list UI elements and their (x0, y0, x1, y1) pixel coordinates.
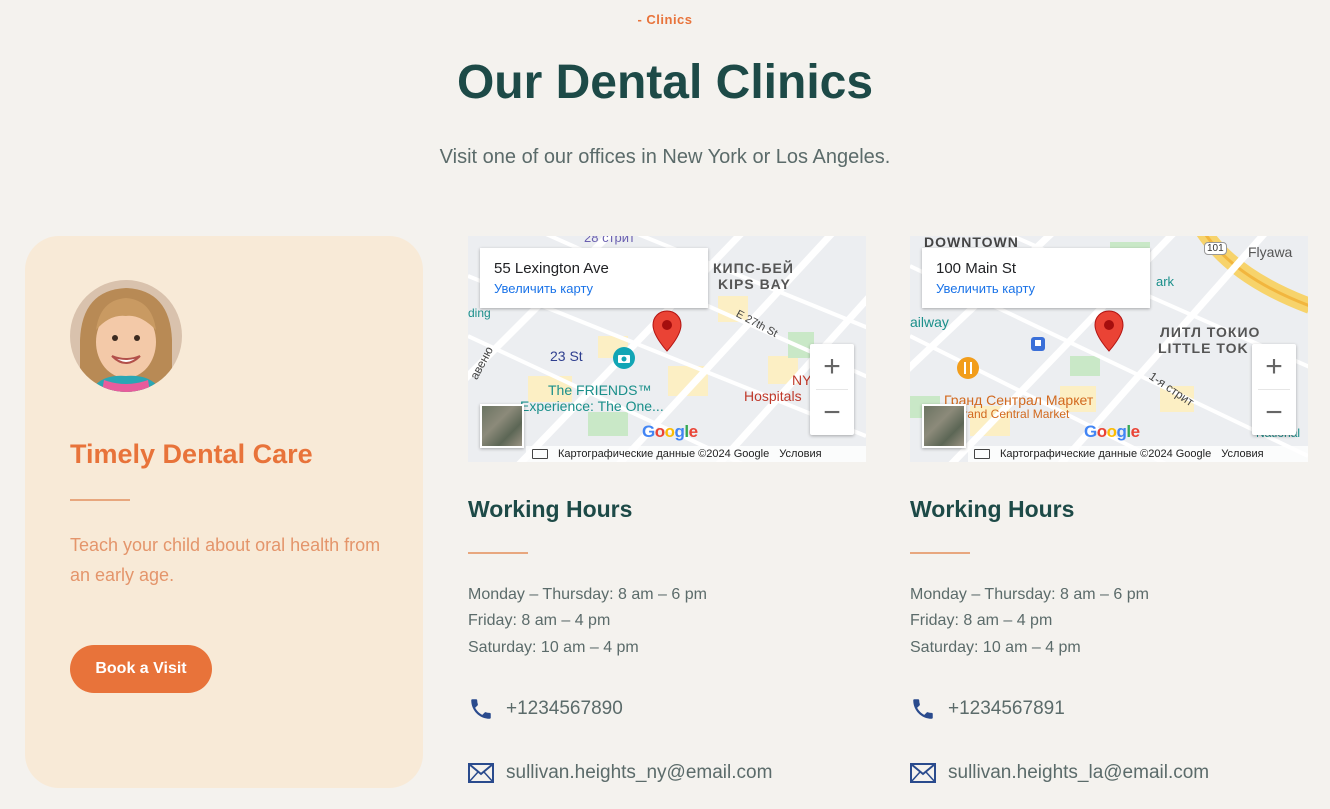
map-label: 23 St (550, 348, 583, 364)
phone-number[interactable]: +1234567890 (506, 698, 623, 720)
satellite-toggle[interactable] (922, 404, 966, 448)
highway-shield-label: 101 (1204, 242, 1227, 255)
map-label: ЛИТЛ ТОКИО (1160, 324, 1261, 340)
mail-icon (910, 760, 936, 786)
working-hours-title: Working Hours (910, 496, 1075, 522)
map-terms-link[interactable]: Условия (779, 448, 821, 460)
email-contact[interactable]: sullivan.heights_la@email.com (910, 760, 1209, 786)
enlarge-map-link[interactable]: Увеличить карту (936, 281, 1136, 296)
satellite-toggle[interactable] (480, 404, 524, 448)
map-label: 28 стрит (584, 236, 635, 245)
map-label: LITTLE TOK (1158, 340, 1249, 356)
phone-contact[interactable]: +1234567890 (468, 696, 623, 722)
page-subtitle: Visit one of our offices in New York or … (439, 146, 891, 168)
map-ny[interactable]: 28 стрит КИПС-БЕЙ KIPS BAY E 27th St 23 … (468, 236, 866, 462)
hours-line: Saturday: 10 am – 4 pm (910, 639, 1081, 656)
card-text: Teach your child about oral health from … (70, 535, 381, 585)
keyboard-icon[interactable] (974, 449, 990, 459)
email-contact[interactable]: sullivan.heights_ny@email.com (468, 760, 772, 786)
zoom-out-button[interactable]: − (1252, 390, 1296, 435)
hours-line: Monday – Thursday: 8 am – 6 pm (910, 586, 1149, 603)
map-info-window: 55 Lexington Ave Увеличить карту (480, 248, 708, 308)
email-address[interactable]: sullivan.heights_la@email.com (948, 762, 1209, 784)
map-label: КИПС-БЕЙ (713, 260, 794, 276)
mail-icon (468, 760, 494, 786)
map-label: KIPS BAY (718, 276, 791, 292)
map-address: 55 Lexington Ave (494, 260, 609, 277)
zoom-controls: + − (1252, 344, 1296, 435)
clinic-la: DOWNTOWN Flyawa ЛИТЛ ТОКИО LITTLE TOK ai… (910, 236, 1308, 783)
phone-number[interactable]: +1234567891 (948, 698, 1065, 720)
book-visit-button[interactable]: Book a Visit (70, 645, 212, 693)
card-title: Timely Dental Care (70, 439, 313, 469)
enlarge-map-link[interactable]: Увеличить карту (494, 281, 694, 296)
transit-icon (1031, 337, 1045, 351)
map-info-window: 100 Main St Увеличить карту (922, 248, 1150, 308)
hours-line: Friday: 8 am – 4 pm (468, 612, 611, 629)
map-label: The FRIENDS™ (548, 382, 652, 398)
location-pin-icon[interactable] (1094, 310, 1124, 352)
map-terms-link[interactable]: Условия (1221, 448, 1263, 460)
phone-contact[interactable]: +1234567891 (910, 696, 1065, 722)
hours-line: Saturday: 10 am – 4 pm (468, 639, 639, 656)
map-attribution: Картографические данные ©2024 Google (1000, 448, 1212, 460)
restaurant-icon (957, 357, 979, 379)
map-label: Grand Central Market (954, 407, 1070, 421)
map-address: 100 Main St (936, 260, 1017, 277)
child-avatar (70, 280, 182, 392)
map-label: Experience: The One... (520, 398, 664, 414)
map-footer: Картографические данные ©2024 Google Усл… (526, 446, 866, 462)
map-la[interactable]: DOWNTOWN Flyawa ЛИТЛ ТОКИО LITTLE TOK ai… (910, 236, 1308, 462)
keyboard-icon[interactable] (532, 449, 548, 459)
working-hours-title: Working Hours (468, 496, 633, 522)
phone-icon (910, 696, 936, 722)
hours-line: Friday: 8 am – 4 pm (910, 612, 1053, 629)
phone-icon (468, 696, 494, 722)
map-label: ailway (910, 314, 949, 330)
page-title: Our Dental Clinics (456, 56, 874, 109)
promo-card: Timely Dental Care Teach your child abou… (25, 236, 423, 788)
zoom-controls: + − (810, 344, 854, 435)
map-attribution: Картографические данные ©2024 Google (558, 448, 770, 460)
map-label: Гранд Сентрал Маркет (944, 392, 1094, 408)
camera-icon (613, 347, 635, 369)
map-footer: Картографические данные ©2024 Google Усл… (968, 446, 1308, 462)
location-pin-icon[interactable] (652, 310, 682, 352)
zoom-in-button[interactable]: + (1252, 344, 1296, 389)
google-logo: Google (1084, 422, 1140, 441)
card-divider (70, 499, 130, 501)
map-label: ark (1156, 274, 1175, 289)
zoom-out-button[interactable]: − (810, 390, 854, 435)
hours-divider (468, 552, 528, 554)
map-label: Hospitals (744, 388, 802, 404)
clinic-ny: 28 стрит КИПС-БЕЙ KIPS BAY E 27th St 23 … (468, 236, 866, 783)
map-label: Flyawa (1248, 244, 1293, 260)
email-address[interactable]: sullivan.heights_ny@email.com (506, 762, 772, 784)
map-label: ding (468, 306, 491, 320)
eyebrow-label: - Clinics (637, 12, 693, 27)
hours-divider (910, 552, 970, 554)
map-label: NY (792, 372, 812, 388)
google-logo: Google (642, 422, 698, 441)
zoom-in-button[interactable]: + (810, 344, 854, 389)
hours-line: Monday – Thursday: 8 am – 6 pm (468, 586, 707, 603)
